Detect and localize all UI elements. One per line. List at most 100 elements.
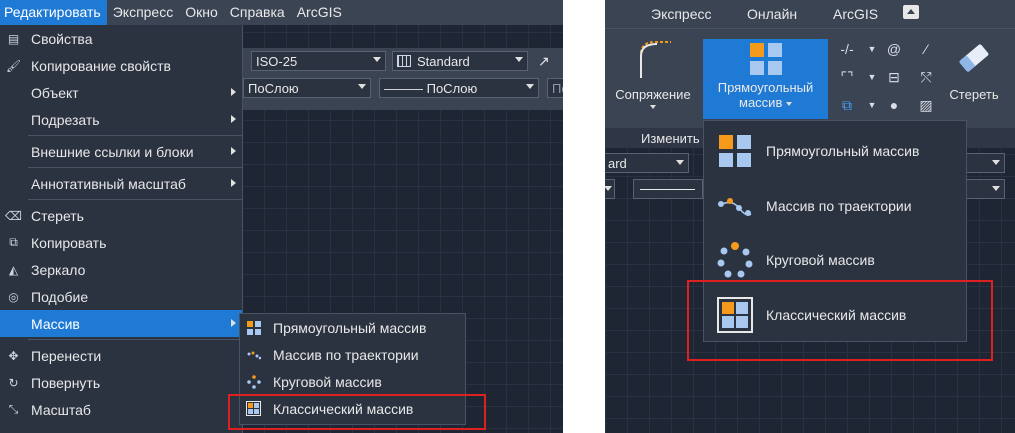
submenu-arrow-icon bbox=[231, 319, 236, 327]
submenu-arrow-icon bbox=[231, 88, 236, 96]
rect-array-icon bbox=[749, 43, 782, 75]
tab-arcgis[interactable]: ArcGIS bbox=[833, 6, 878, 22]
menu-item-rotate[interactable]: ↻ Повернуть bbox=[0, 369, 242, 396]
rect-array-label-1: Прямоугольный bbox=[717, 80, 814, 95]
extend-icon[interactable]: -/- bbox=[838, 40, 856, 58]
menu-item-move[interactable]: ✥ Перенести bbox=[0, 342, 242, 369]
chevron-down-icon[interactable]: ▼ bbox=[863, 96, 881, 114]
fillet-icon bbox=[640, 41, 671, 78]
menu-item-object[interactable]: Объект bbox=[0, 79, 242, 106]
submenu-arrow-icon bbox=[231, 147, 236, 155]
menu-item-label: Внешние ссылки и блоки bbox=[31, 143, 194, 160]
dimstyle-value: ISO-25 bbox=[256, 53, 298, 69]
copy-icon: ⧉ bbox=[9, 235, 18, 249]
blend-icon[interactable]: ● bbox=[885, 96, 903, 114]
edit-hatch-icon[interactable]: ▨ bbox=[917, 96, 935, 114]
menu-item-array[interactable]: Массив bbox=[0, 310, 242, 337]
offset-icon[interactable]: @ bbox=[885, 40, 903, 58]
chevron-down-icon[interactable]: ▼ bbox=[863, 68, 881, 86]
minimize-ribbon-icon[interactable] bbox=[903, 5, 919, 19]
highlight-box bbox=[687, 280, 993, 361]
menu-item-label: Объект bbox=[31, 84, 79, 101]
explode-icon[interactable]: ⤲ bbox=[917, 68, 935, 86]
menu-item-label: Подрезать bbox=[31, 111, 100, 128]
menu-item-annotative-scale[interactable]: Аннотативный масштаб bbox=[0, 170, 242, 197]
chevron-down-icon bbox=[650, 105, 656, 109]
layer-color-value: ПоСлою bbox=[248, 80, 299, 96]
submenu-item-path-array[interactable]: Массив по траектории bbox=[240, 341, 465, 368]
brush-icon: 🖌 bbox=[5, 58, 22, 73]
layer-color-combo[interactable] bbox=[605, 179, 615, 199]
submenu-item-label: Круговой массив bbox=[273, 373, 382, 390]
offset-icon: ◎ bbox=[8, 289, 19, 304]
menu-help[interactable]: Справка bbox=[224, 0, 291, 25]
menu-item-properties[interactable]: ▤ Свойства bbox=[0, 25, 242, 52]
menu-separator bbox=[28, 167, 242, 168]
menu-item-offset[interactable]: ◎ Подобие bbox=[0, 283, 242, 310]
rect-array-button-content: Прямоугольный массив bbox=[703, 41, 828, 110]
modify-panel-label: Изменить bbox=[641, 131, 700, 146]
dropdown-item-polar-array[interactable]: Круговой массив bbox=[704, 232, 968, 287]
menu-item-erase[interactable]: ⌫ Стереть bbox=[0, 202, 242, 229]
menu-item-match-properties[interactable]: 🖌 Копирование свойств bbox=[0, 52, 242, 79]
break-icon[interactable]: ⌜⌝ bbox=[838, 68, 856, 86]
path-array-icon bbox=[246, 347, 261, 362]
tablestyle-combo[interactable]: Standard bbox=[392, 51, 528, 71]
menu-bar: Редактировать Экспресс Окно Справка ArcG… bbox=[0, 0, 563, 25]
multileader-style-icon[interactable]: ↗ bbox=[534, 51, 554, 71]
polar-array-icon bbox=[717, 242, 753, 278]
linetype-line bbox=[640, 189, 695, 190]
menu-item-copy[interactable]: ⧉ Копировать bbox=[0, 229, 242, 256]
dropdown-item-rect-array[interactable]: Прямоугольный массив bbox=[704, 123, 968, 178]
chevron-down-icon[interactable]: ▼ bbox=[863, 40, 881, 58]
menu-item-mirror[interactable]: ◭ Зеркало bbox=[0, 256, 242, 283]
lineweight-combo[interactable]: По bbox=[547, 78, 563, 98]
menu-item-label: Перенести bbox=[31, 347, 102, 364]
menu-separator bbox=[28, 135, 242, 136]
tablestyle-value: Standard bbox=[417, 53, 470, 69]
rotate-icon: ↻ bbox=[8, 375, 19, 390]
dimstyle-combo[interactable]: ISO-25 bbox=[251, 51, 386, 71]
tab-online[interactable]: Онлайн bbox=[747, 6, 797, 22]
menu-item-label: Масштаб bbox=[31, 401, 91, 418]
layer-color-combo[interactable]: ПоСлою bbox=[243, 78, 371, 98]
menu-item-label: Зеркало bbox=[31, 261, 86, 278]
menu-item-label: Копирование свойств bbox=[31, 57, 171, 74]
menu-item-label: Копировать bbox=[31, 234, 107, 251]
edit-menu: ▤ Свойства 🖌 Копирование свойств Объект … bbox=[0, 25, 243, 433]
linetype-combo[interactable] bbox=[633, 179, 703, 199]
properties-icon: ▤ bbox=[7, 31, 20, 46]
menu-item-label: Подобие bbox=[31, 288, 89, 305]
submenu-item-rect-array[interactable]: Прямоугольный массив bbox=[240, 314, 465, 341]
rect-array-icon bbox=[246, 320, 261, 335]
submenu-item-polar-array[interactable]: Круговой массив bbox=[240, 368, 465, 395]
linetype-combo[interactable]: ——— ПоСлою bbox=[379, 78, 539, 98]
dropdown-item-path-array[interactable]: Массив по траектории bbox=[704, 178, 968, 233]
menu-express[interactable]: Экспресс bbox=[107, 0, 180, 25]
menu-item-label: Стереть bbox=[31, 207, 84, 224]
right-combo-2[interactable] bbox=[965, 179, 1005, 199]
fillet-label: Сопряжение bbox=[615, 87, 691, 102]
menu-edit[interactable]: Редактировать bbox=[0, 0, 107, 25]
erase-label: Стереть bbox=[949, 87, 999, 102]
tablestyle-combo[interactable]: ard bbox=[605, 153, 689, 173]
menu-arcgis[interactable]: ArcGIS bbox=[291, 0, 348, 25]
move-icon: ✥ bbox=[8, 348, 19, 363]
join-icon[interactable]: ⊟ bbox=[885, 68, 903, 86]
menu-item-scale[interactable]: ⤡ Масштаб bbox=[0, 396, 242, 423]
polar-array-icon bbox=[246, 374, 261, 389]
erase-button[interactable]: Стереть bbox=[939, 38, 1009, 102]
tab-express[interactable]: Экспресс bbox=[651, 6, 712, 22]
right-combo-1[interactable] bbox=[965, 153, 1005, 173]
chamfer-icon[interactable]: ⁄ bbox=[917, 40, 935, 58]
copy-icon[interactable]: ⧉ bbox=[838, 96, 856, 114]
menu-separator bbox=[28, 339, 242, 340]
menu-item-trim[interactable]: Подрезать bbox=[0, 106, 242, 133]
dropdown-item-label: Массив по траектории bbox=[766, 198, 912, 214]
menu-item-xrefs-blocks[interactable]: Внешние ссылки и блоки bbox=[0, 138, 242, 165]
toolbar-row-styles: ISO-25 Standard ↗ bbox=[243, 49, 554, 73]
menu-window[interactable]: Окно bbox=[179, 0, 224, 25]
menu-item-label: Аннотативный масштаб bbox=[31, 175, 186, 192]
fillet-button[interactable]: Сопряжение bbox=[607, 36, 699, 109]
rect-array-label-2: массив bbox=[703, 95, 828, 110]
